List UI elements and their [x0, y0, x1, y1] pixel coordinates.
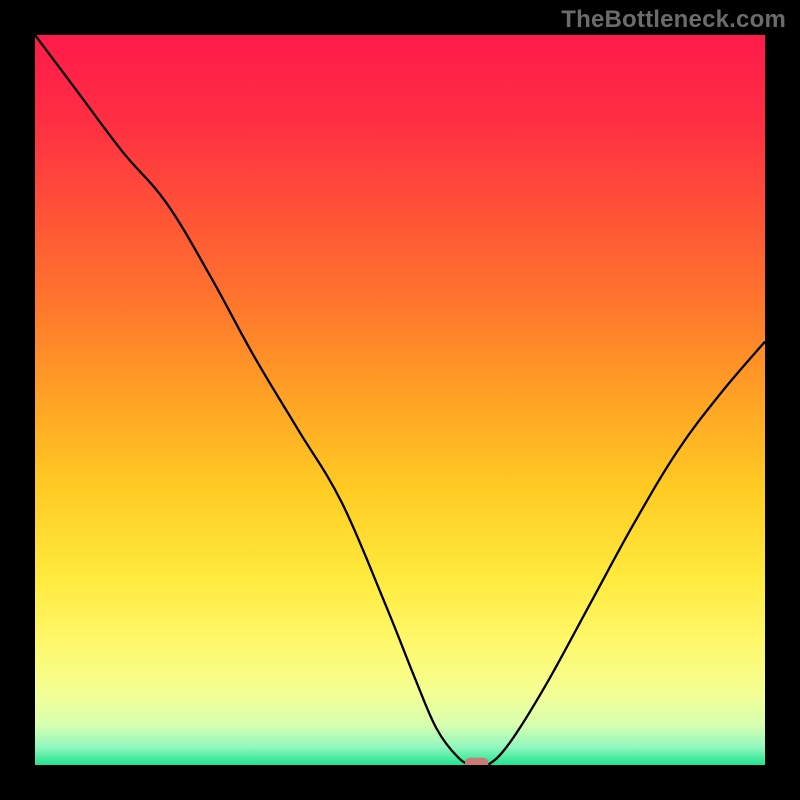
chart-plot-area — [35, 35, 765, 765]
optimal-marker — [465, 758, 488, 765]
chart-svg — [35, 35, 765, 765]
chart-frame: TheBottleneck.com — [0, 0, 800, 800]
watermark-text: TheBottleneck.com — [561, 6, 786, 34]
background-gradient — [35, 35, 765, 765]
